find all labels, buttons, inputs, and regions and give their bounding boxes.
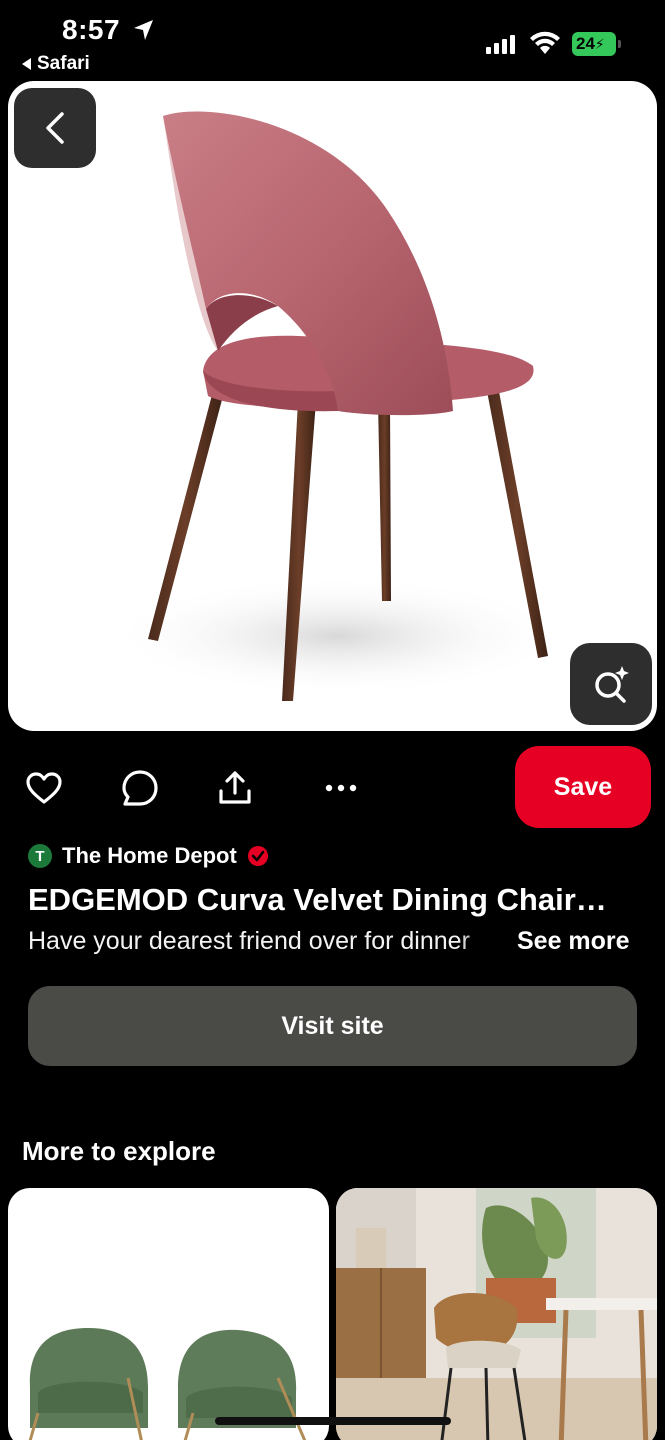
- back-triangle-icon: [22, 58, 31, 70]
- signal-icon: [486, 34, 515, 54]
- battery-level: 24: [576, 34, 595, 53]
- pink-chair-illustration: [108, 111, 568, 701]
- green-chairs-image: [28, 1328, 307, 1440]
- explore-card[interactable]: [8, 1188, 329, 1440]
- visit-site-button[interactable]: Visit site: [28, 986, 637, 1066]
- more-icon: [325, 784, 357, 792]
- pin-description: Have your dearest friend over for dinner: [28, 927, 470, 955]
- description-fade: [458, 925, 518, 959]
- battery-nub: [618, 40, 621, 48]
- back-button[interactable]: [14, 88, 96, 168]
- like-button[interactable]: [24, 766, 64, 810]
- save-button[interactable]: Save: [515, 746, 651, 828]
- explore-card[interactable]: [336, 1188, 657, 1440]
- visual-search-button[interactable]: [570, 643, 652, 725]
- back-app-label: Safari: [37, 53, 90, 74]
- creator-avatar: T: [28, 844, 52, 868]
- wood-chair-room-image: [336, 1188, 657, 1440]
- location-arrow-icon: [134, 20, 153, 40]
- pin-title: EDGEMOD Curva Velvet Dining Chair…: [28, 882, 607, 917]
- back-to-app-link[interactable]: Safari: [22, 53, 90, 75]
- status-time: 8:57: [62, 14, 121, 45]
- share-icon: [219, 771, 251, 804]
- comment-button[interactable]: [120, 766, 160, 810]
- chevron-left-icon: [46, 112, 64, 144]
- see-more-link[interactable]: See more: [517, 927, 630, 956]
- home-indicator[interactable]: [215, 1417, 451, 1425]
- heart-icon: [26, 772, 62, 804]
- visual-search-icon: [595, 666, 629, 703]
- creator-row[interactable]: T The Home Depot: [28, 843, 269, 869]
- verified-badge-icon: [247, 846, 268, 866]
- share-button[interactable]: [215, 766, 255, 810]
- creator-name[interactable]: The Home Depot: [62, 843, 237, 869]
- pin-image[interactable]: [8, 81, 657, 731]
- status-bar: 8:57 Safari 24 ⚡: [0, 0, 665, 80]
- battery-icon: 24 ⚡: [572, 32, 616, 56]
- comment-icon: [122, 770, 158, 806]
- more-button[interactable]: [321, 766, 361, 810]
- wifi-icon: [530, 31, 560, 54]
- more-to-explore-heading: More to explore: [22, 1136, 216, 1166]
